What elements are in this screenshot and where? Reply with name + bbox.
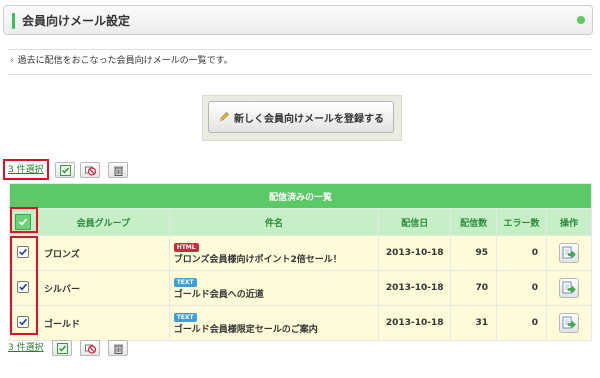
row-action-cell bbox=[545, 305, 593, 341]
trash-icon bbox=[113, 344, 123, 354]
chevron-right-icon: › bbox=[10, 56, 14, 66]
description-text: 過去に配信をおこなった会員向けメールの一覧です。 bbox=[17, 56, 233, 66]
unsubscribe-button-bottom[interactable] bbox=[80, 340, 100, 356]
unsubscribe-icon bbox=[84, 166, 96, 176]
column-header-group[interactable]: 会員グループ bbox=[36, 208, 170, 236]
column-header-errors[interactable]: エラー数 bbox=[496, 208, 547, 236]
row-subject: ブロンズ会員様向けポイント2倍セール！ bbox=[173, 254, 342, 265]
check-icon bbox=[59, 164, 71, 176]
open-icon bbox=[562, 281, 576, 294]
row-date: 2013-10-18 bbox=[378, 235, 452, 271]
row-action-cell bbox=[545, 235, 593, 271]
row-date: 2013-10-18 bbox=[378, 270, 452, 306]
row-subject-cell: TEXT ゴールド会員への近道 bbox=[168, 270, 380, 306]
row-sent-count: 95 bbox=[450, 235, 498, 271]
delete-button-bottom[interactable] bbox=[108, 340, 128, 356]
row-sent-count: 70 bbox=[450, 270, 498, 306]
check-button-bottom[interactable] bbox=[52, 340, 72, 356]
row-subject-cell: TEXT ゴールド会員様限定セールのご案内 bbox=[168, 305, 380, 341]
format-badge: TEXT bbox=[173, 277, 197, 287]
row-subject: ゴールド会員様限定セールのご案内 bbox=[173, 324, 318, 335]
format-badge: HTML bbox=[173, 242, 199, 252]
unsubscribe-button-top[interactable] bbox=[80, 162, 100, 178]
column-header-date[interactable]: 配信日 bbox=[378, 208, 452, 236]
open-icon bbox=[562, 316, 576, 329]
row-sent-count: 31 bbox=[450, 305, 498, 341]
row-group: ブロンズ bbox=[36, 235, 170, 271]
row-date: 2013-10-18 bbox=[378, 305, 452, 341]
row-group: シルバー bbox=[36, 270, 170, 306]
row-group: ゴールド bbox=[36, 305, 170, 341]
row-error-count: 0 bbox=[496, 235, 547, 271]
description-row: › 過去に配信をおこなった会員向けメールの一覧です。 bbox=[8, 49, 592, 75]
mail-history-table: 配信済みの一覧 会員グループ 件名 配信日 配信数 エラー数 操作 ブロンズ H… bbox=[9, 183, 593, 341]
table-row[interactable]: シルバー TEXT ゴールド会員への近道 2013-10-18 70 0 bbox=[9, 270, 593, 306]
format-badge: TEXT bbox=[173, 312, 197, 322]
row-checkboxes-highlight bbox=[10, 236, 38, 335]
row-subject: ゴールド会員への近道 bbox=[173, 289, 264, 300]
open-button[interactable] bbox=[558, 313, 579, 333]
table-header-row: 会員グループ 件名 配信日 配信数 エラー数 操作 bbox=[9, 208, 593, 236]
column-header-subject[interactable]: 件名 bbox=[168, 208, 380, 236]
check-icon bbox=[56, 342, 68, 354]
page-header: 会員向けメール設定 bbox=[3, 5, 593, 35]
column-header-sent[interactable]: 配信数 bbox=[450, 208, 498, 236]
unsubscribe-icon bbox=[84, 344, 96, 354]
table-caption: 配信済みの一覧 bbox=[9, 183, 592, 209]
column-header-action: 操作 bbox=[545, 208, 593, 236]
row-error-count: 0 bbox=[496, 270, 547, 306]
row-action-cell bbox=[545, 270, 593, 306]
trash-icon bbox=[113, 166, 123, 176]
open-icon bbox=[562, 246, 576, 259]
check-button-top[interactable] bbox=[55, 162, 75, 178]
table-row[interactable]: ゴールド TEXT ゴールド会員様限定セールのご案内 2013-10-18 31… bbox=[9, 305, 593, 341]
delete-button-top[interactable] bbox=[108, 162, 128, 178]
open-button[interactable] bbox=[558, 243, 579, 263]
row-subject-cell: HTML ブロンズ会員様向けポイント2倍セール！ bbox=[168, 235, 380, 271]
selected-count-link-bottom[interactable]: 3 件選択 bbox=[8, 341, 44, 355]
table-row[interactable]: ブロンズ HTML ブロンズ会員様向けポイント2倍セール！ 2013-10-18… bbox=[9, 235, 593, 271]
header-accent-bar bbox=[12, 13, 15, 29]
pencil-icon bbox=[219, 112, 229, 122]
open-button[interactable] bbox=[558, 278, 579, 298]
circle-icon[interactable] bbox=[577, 16, 585, 24]
row-error-count: 0 bbox=[496, 305, 547, 341]
page-title: 会員向けメール設定 bbox=[22, 14, 131, 28]
selected-count-link-top[interactable]: 3 件選択 bbox=[8, 163, 44, 177]
register-mail-button-label: 新しく会員向けメールを登録する bbox=[234, 113, 384, 125]
register-mail-button[interactable]: 新しく会員向けメールを登録する bbox=[208, 101, 394, 133]
select-all-highlight bbox=[10, 207, 38, 233]
